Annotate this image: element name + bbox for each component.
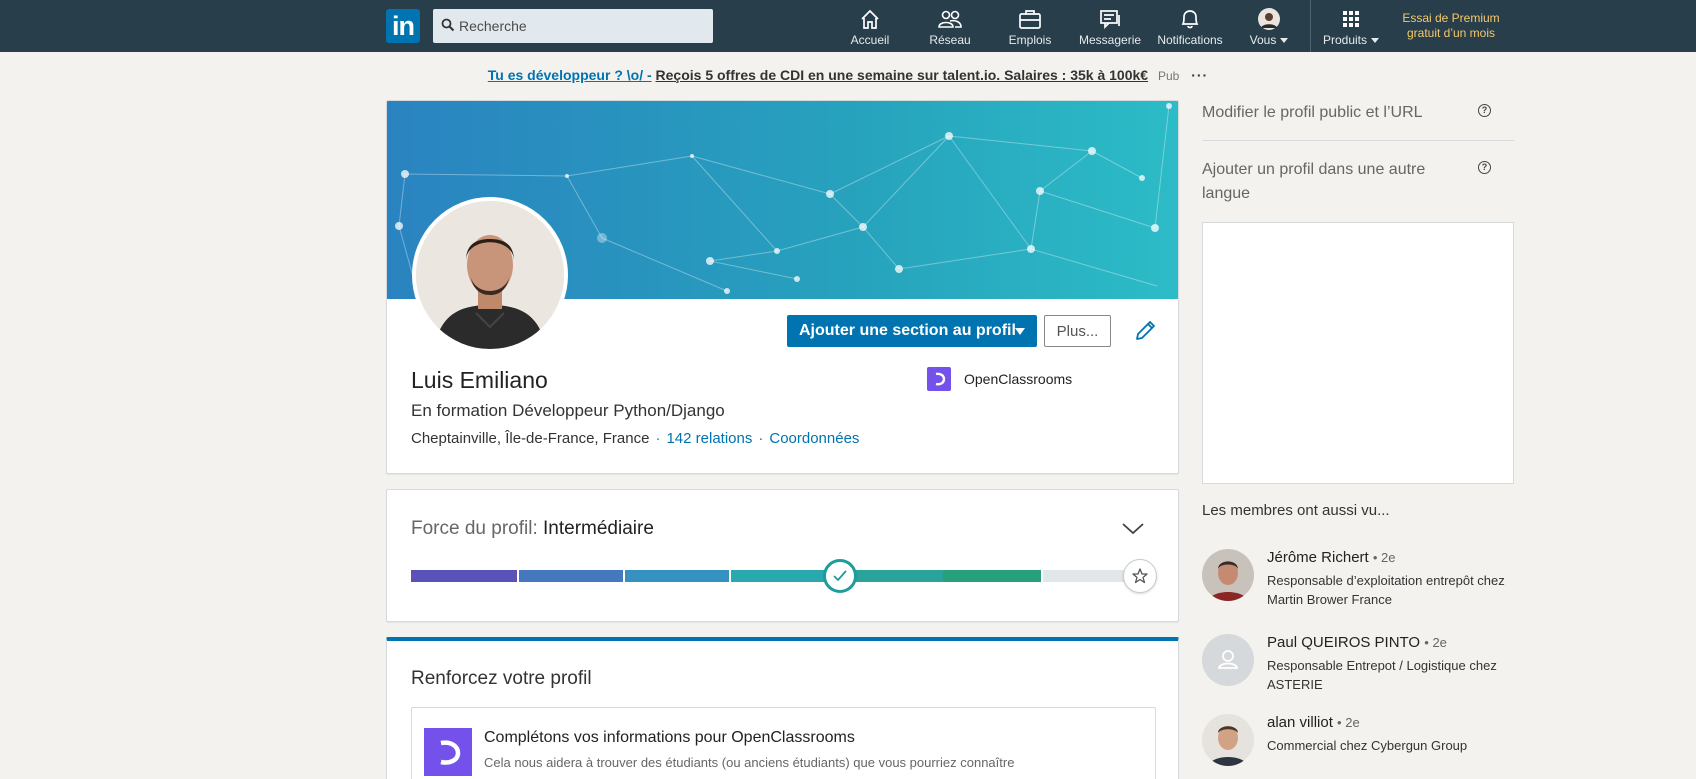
briefcase-icon bbox=[1019, 10, 1041, 29]
meter-segment bbox=[731, 570, 835, 582]
member-title: Responsable Entrepot / Logistique chez A… bbox=[1267, 658, 1497, 692]
top-navbar: in Accueil Réseau Emplois Messa bbox=[0, 0, 1696, 52]
member-name[interactable]: Jérôme Richert bbox=[1267, 549, 1369, 566]
suggestion-title: Complétons vos informations pour OpenCla… bbox=[484, 729, 855, 746]
premium-line-2: gratuit d’un mois bbox=[1406, 26, 1496, 40]
ad-pub-label: Pub bbox=[1157, 69, 1180, 83]
sponsored-ad: Tu es développeur ? \o/ - Reçois 5 offre… bbox=[0, 67, 1696, 83]
premium-line-1: Essai de Premium bbox=[1402, 11, 1500, 25]
home-icon bbox=[861, 9, 879, 29]
member-degree: • 2e bbox=[1372, 550, 1396, 565]
nav-home[interactable]: Accueil bbox=[850, 7, 890, 51]
nav-messaging[interactable]: Messagerie bbox=[1079, 7, 1141, 51]
add-language-profile-link[interactable]: Ajouter un profil dans une autre langue bbox=[1202, 158, 1502, 206]
profile-card: Ajouter une section au profil Plus... Lu… bbox=[386, 100, 1179, 474]
member-title: Commercial chez Cybergun Group bbox=[1267, 738, 1468, 753]
member-name[interactable]: alan villiot bbox=[1267, 714, 1333, 731]
member-degree: • 2e bbox=[1337, 715, 1360, 730]
nav-notifications-label: Notifications bbox=[1157, 33, 1223, 47]
grid-icon bbox=[1343, 11, 1359, 27]
strengthen-suggestion[interactable]: Complétons vos informations pour OpenCla… bbox=[411, 707, 1156, 779]
more-button[interactable]: Plus... bbox=[1044, 315, 1111, 347]
premium-trial-link[interactable]: Essai de Premium gratuit d’un mois bbox=[1395, 11, 1507, 41]
add-profile-section-label: Ajouter une section au profil bbox=[799, 322, 1016, 339]
divider bbox=[1202, 140, 1514, 141]
linkedin-logo[interactable]: in bbox=[386, 9, 420, 43]
nav-network[interactable]: Réseau bbox=[929, 7, 971, 51]
nav-divider bbox=[1310, 0, 1311, 52]
meter-segment bbox=[625, 570, 729, 582]
check-icon bbox=[833, 570, 847, 582]
profile-location: Cheptainville, Île-de-France, France bbox=[411, 430, 650, 447]
profile-headline: En formation Développeur Python/Django bbox=[411, 401, 725, 420]
member-avatar-placeholder bbox=[1202, 634, 1254, 686]
meter-segment bbox=[943, 570, 1041, 582]
meter-segment bbox=[519, 570, 623, 582]
add-language-line-1: Ajouter un profil dans une autre bbox=[1202, 161, 1426, 178]
strength-goal-marker bbox=[1123, 559, 1157, 593]
search-box[interactable] bbox=[433, 9, 713, 43]
nav-jobs-label: Emplois bbox=[1008, 33, 1052, 47]
edit-pencil-icon[interactable] bbox=[1131, 317, 1159, 345]
strengthen-profile-card: Renforcez votre profil Complétons vos in… bbox=[386, 637, 1179, 779]
avatar bbox=[1258, 8, 1280, 30]
suggestion-text: Cela nous aidera à trouver des étudiants… bbox=[484, 755, 1015, 770]
person-icon bbox=[1217, 650, 1239, 669]
openclassrooms-logo bbox=[927, 367, 951, 391]
chevron-down-icon bbox=[1280, 38, 1289, 44]
nav-me-label: Vous bbox=[1249, 33, 1277, 47]
add-language-line-2: langue bbox=[1202, 185, 1251, 202]
ad-text[interactable]: Reçois 5 offres de CDI en une semaine su… bbox=[656, 67, 1149, 83]
ad-link[interactable]: Tu es développeur ? \o/ - bbox=[488, 67, 652, 83]
chevron-down-icon bbox=[1015, 328, 1025, 335]
member-title: Responsable d’exploitation entrepôt chez… bbox=[1267, 573, 1505, 607]
star-icon bbox=[1132, 568, 1148, 584]
ad-more-icon[interactable]: ··· bbox=[1191, 67, 1208, 83]
member-degree: • 2e bbox=[1424, 635, 1447, 650]
separator-dot: · bbox=[655, 430, 661, 447]
help-icon[interactable]: ? bbox=[1478, 161, 1491, 174]
messaging-icon bbox=[1100, 10, 1120, 30]
add-profile-section-button[interactable]: Ajouter une section au profil bbox=[787, 315, 1037, 347]
separator-dot: · bbox=[758, 430, 764, 447]
nav-messaging-label: Messagerie bbox=[1079, 33, 1142, 47]
edit-public-profile-link[interactable]: Modifier le profil public et l’URL bbox=[1202, 101, 1502, 125]
profile-strength-level: Intermédiaire bbox=[543, 518, 654, 539]
strengthen-profile-title: Renforcez votre profil bbox=[411, 668, 592, 689]
search-input[interactable] bbox=[459, 9, 709, 43]
nav-home-label: Accueil bbox=[850, 33, 890, 47]
nav-products[interactable]: Produits bbox=[1318, 7, 1384, 51]
profile-photo[interactable] bbox=[412, 197, 568, 353]
nav-jobs[interactable]: Emplois bbox=[1008, 7, 1052, 51]
company-name: OpenClassrooms bbox=[964, 371, 1073, 387]
openclassrooms-logo bbox=[424, 728, 472, 776]
company-link[interactable]: OpenClassrooms bbox=[927, 367, 1072, 391]
bell-icon bbox=[1181, 10, 1199, 29]
profile-strength-meter bbox=[411, 570, 1156, 582]
strength-level-marker bbox=[823, 559, 857, 593]
search-icon bbox=[441, 18, 455, 32]
relations-link[interactable]: 142 relations bbox=[666, 430, 752, 447]
member-name[interactable]: Paul QUEIROS PINTO bbox=[1267, 634, 1420, 651]
profile-name: Luis Emiliano bbox=[411, 367, 548, 393]
help-icon[interactable]: ? bbox=[1478, 104, 1491, 117]
member-avatar bbox=[1202, 714, 1254, 766]
profile-strength-title: Force du profil: Intermédiaire bbox=[411, 518, 654, 540]
ad-placeholder bbox=[1202, 222, 1514, 484]
chevron-down-icon[interactable] bbox=[1122, 523, 1144, 535]
nav-network-label: Réseau bbox=[929, 33, 971, 47]
nav-me[interactable]: Vous bbox=[1247, 7, 1291, 51]
profile-location-line: Cheptainville, Île-de-France, France · 142… bbox=[411, 430, 859, 447]
contact-info-link[interactable]: Coordonnées bbox=[769, 430, 859, 447]
also-viewed-title: Les membres ont aussi vu... bbox=[1202, 502, 1390, 519]
member-avatar bbox=[1202, 549, 1254, 601]
network-icon bbox=[938, 10, 962, 28]
profile-strength-label: Force du profil: bbox=[411, 518, 538, 539]
nav-products-label: Produits bbox=[1322, 33, 1368, 47]
profile-strength-card: Force du profil: Intermédiaire bbox=[386, 489, 1179, 622]
chevron-down-icon bbox=[1371, 38, 1380, 44]
nav-notifications[interactable]: Notifications bbox=[1157, 7, 1223, 51]
meter-segment bbox=[411, 570, 517, 582]
